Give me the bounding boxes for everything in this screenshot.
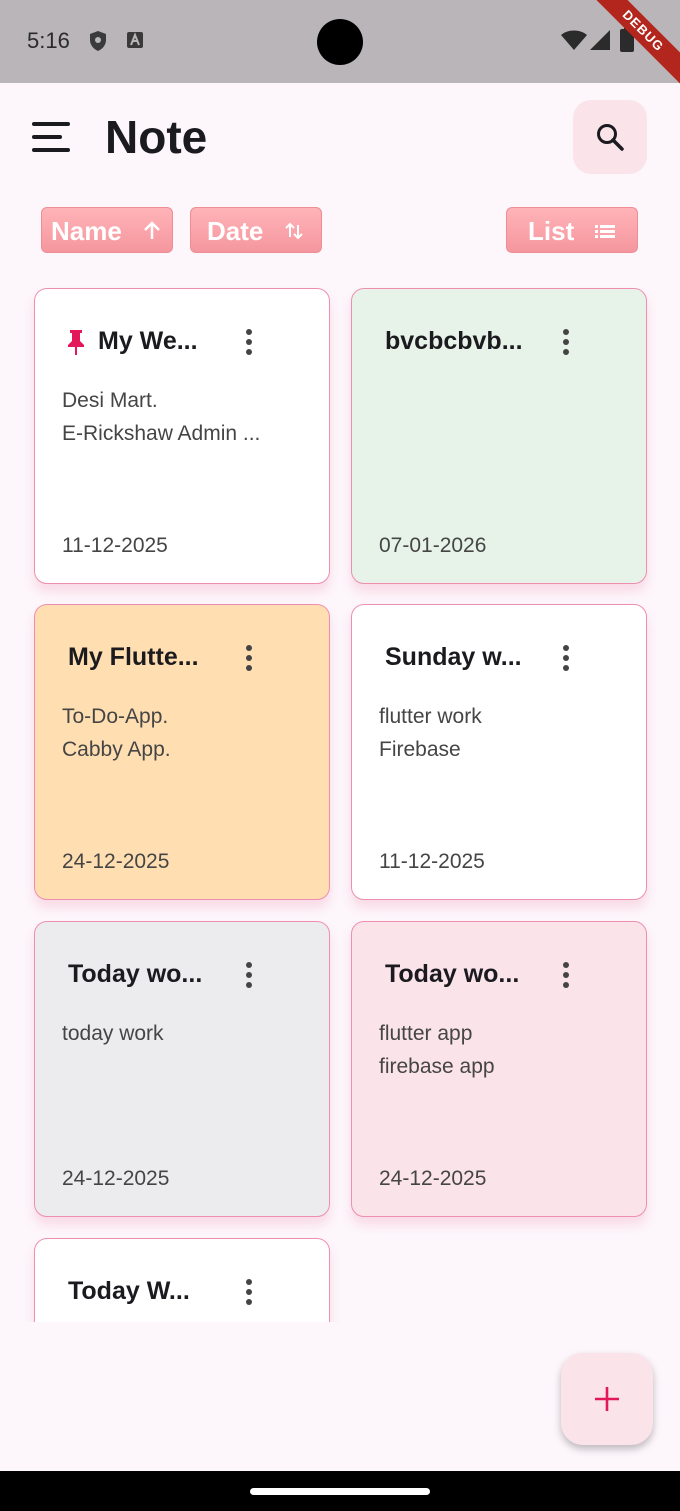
note-body: To-Do-App. Cabby App. <box>62 700 171 766</box>
search-icon <box>597 124 624 151</box>
view-toggle-button[interactable]: List <box>506 207 638 253</box>
note-title: My Flutte... <box>68 643 199 671</box>
add-note-button[interactable] <box>561 1353 653 1445</box>
note-body: flutter work Firebase <box>379 700 482 766</box>
text-icon <box>126 30 144 55</box>
home-indicator[interactable] <box>250 1488 430 1495</box>
note-title: Sunday w... <box>385 643 522 671</box>
more-vert-icon[interactable] <box>560 961 574 991</box>
note-card[interactable]: My We... Desi Mart. E-Rickshaw Admin ...… <box>34 288 330 584</box>
note-title: My We... <box>98 327 198 355</box>
note-body-line: E-Rickshaw Admin ... <box>62 422 261 445</box>
note-card[interactable]: bvcbcbvb... 07-01-2026 <box>351 288 647 584</box>
sort-date-label: Date <box>207 216 264 246</box>
list-icon <box>595 225 615 238</box>
note-body-line: flutter work <box>379 705 482 728</box>
more-vert-icon[interactable] <box>243 644 257 674</box>
more-vert-icon[interactable] <box>243 328 257 358</box>
status-time: 5:16 <box>27 28 70 53</box>
sort-by-name-button[interactable]: Name <box>41 207 173 253</box>
note-date: 07-01-2026 <box>379 534 487 557</box>
note-card[interactable]: Today wo... today work 24-12-2025 <box>34 921 330 1217</box>
note-body: Desi Mart. E-Rickshaw Admin ... <box>62 384 260 450</box>
note-title: Today wo... <box>385 960 520 988</box>
signal-icon <box>590 30 610 55</box>
camera-cutout <box>317 19 363 65</box>
page-title: Note <box>105 111 208 163</box>
sort-by-date-button[interactable]: Date <box>190 207 322 253</box>
note-card[interactable]: My Flutte... To-Do-App. Cabby App. 24-12… <box>34 604 330 900</box>
more-vert-icon[interactable] <box>560 644 574 674</box>
note-body-line: Firebase <box>379 738 461 761</box>
add-icon <box>595 1387 619 1411</box>
more-vert-icon[interactable] <box>243 961 257 991</box>
note-body: flutter app firebase app <box>379 1017 495 1083</box>
note-title: Today wo... <box>68 960 203 988</box>
status-bar: 5:16 DEBUG <box>0 0 680 92</box>
note-body-line: To-Do-App. <box>62 705 169 728</box>
note-body-line: Cabby App. <box>62 738 171 761</box>
view-toggle-label: List <box>528 216 575 246</box>
note-card[interactable]: Today W... <box>34 1238 330 1322</box>
swap-vert-icon <box>285 222 303 240</box>
wifi-icon <box>561 30 587 55</box>
note-date: 24-12-2025 <box>379 1167 487 1190</box>
system-nav-bar <box>0 1471 680 1511</box>
pin-icon <box>68 330 84 355</box>
note-body-line: Desi Mart. <box>62 389 158 412</box>
note-body-line: flutter app <box>379 1022 473 1045</box>
note-card[interactable]: Today wo... flutter app firebase app 24-… <box>351 921 647 1217</box>
note-date: 11-12-2025 <box>379 850 485 873</box>
note-date: 11-12-2025 <box>62 534 168 557</box>
note-body: today work <box>62 1017 164 1050</box>
more-vert-icon[interactable] <box>243 1278 257 1308</box>
more-vert-icon[interactable] <box>560 328 574 358</box>
note-date: 24-12-2025 <box>62 1167 170 1190</box>
shield-icon <box>88 30 108 57</box>
search-button[interactable] <box>573 100 647 174</box>
arrow-up-icon <box>144 221 160 239</box>
menu-icon[interactable] <box>32 120 72 154</box>
note-date: 24-12-2025 <box>62 850 170 873</box>
note-body-line: today work <box>62 1022 164 1045</box>
notes-grid: My We... Desi Mart. E-Rickshaw Admin ...… <box>0 280 680 1322</box>
note-title: bvcbcbvb... <box>385 327 523 355</box>
note-body-line: firebase app <box>379 1055 495 1078</box>
note-title: Today W... <box>68 1277 190 1305</box>
note-card[interactable]: Sunday w... flutter work Firebase 11-12-… <box>351 604 647 900</box>
sort-name-label: Name <box>51 216 122 246</box>
